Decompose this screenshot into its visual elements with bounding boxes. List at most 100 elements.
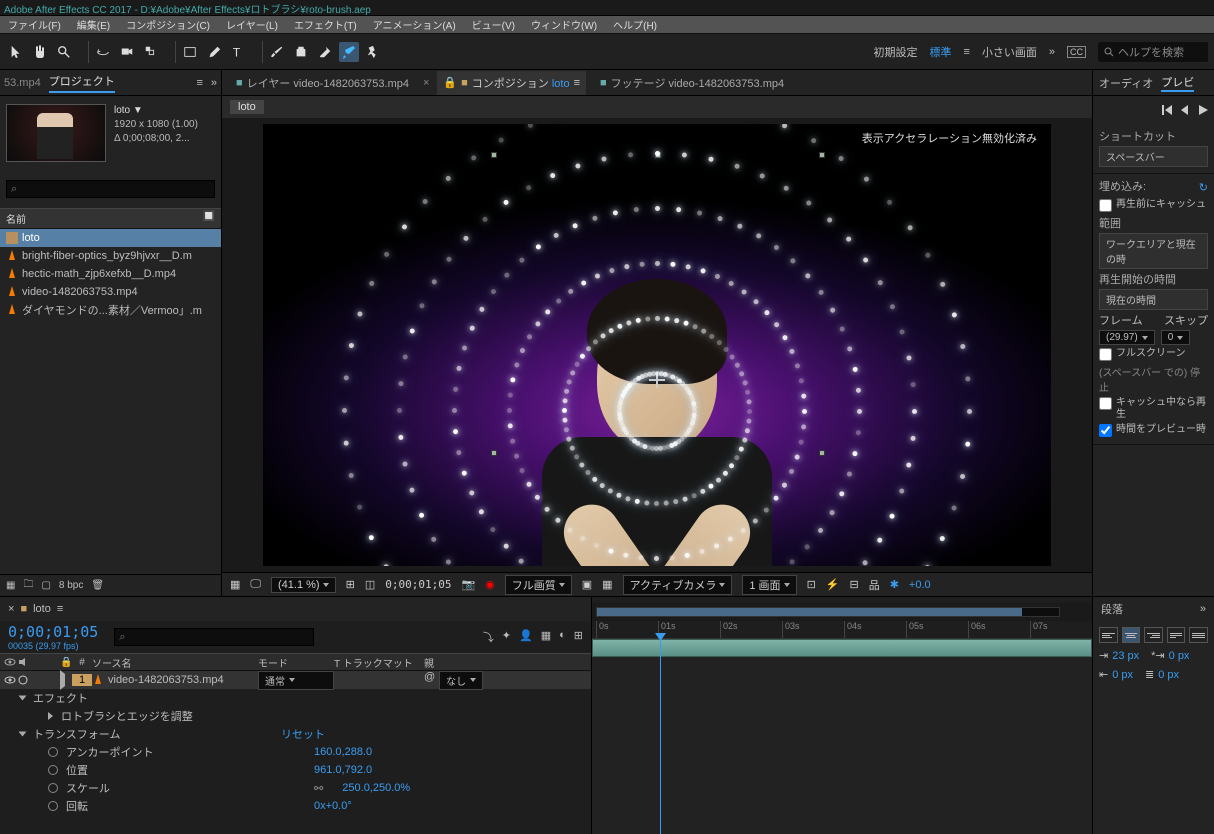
stopwatch-icon[interactable] [48,783,58,793]
menu-composition[interactable]: コンポジション(C) [118,17,218,32]
menu-layer[interactable]: レイヤー(L) [218,17,286,32]
project-item-loto[interactable]: loto [0,229,221,247]
close-icon[interactable]: × [8,603,14,615]
type-tool-icon[interactable]: T [228,42,248,62]
viewer-tab-footage[interactable]: ■フッテージ video-1482063753.mp4 [594,71,790,95]
cc-icon[interactable]: CC [1067,46,1086,58]
timeline-tracks[interactable]: 0s01s02s03s04s05s06s07s [592,597,1092,834]
draft3d-icon[interactable]: ✦ [502,629,511,645]
timeline-timecode[interactable]: 0;00;01;05 [8,623,98,641]
menu-animation[interactable]: アニメーション(A) [365,17,464,32]
layer-row[interactable]: 1 video-1482063753.mp4 通常 @なし [0,671,591,689]
px-value[interactable]: 23 px [1112,650,1139,662]
chevron-right-icon[interactable]: » [1049,46,1055,58]
timeline-search-input[interactable] [114,628,314,646]
close-tab-icon[interactable]: × [423,77,429,89]
reset-exposure-icon[interactable]: ✱ [890,578,899,591]
range-select[interactable]: ワークエリアと現在の時 [1099,233,1208,269]
roi-icon[interactable]: ▣ [582,578,592,591]
col-mode[interactable]: モード [258,655,334,670]
menu-icon[interactable]: ≡ [963,46,969,58]
project-item[interactable]: bright-fiber-optics_byz9hjvxr__D.m [0,247,221,265]
menu-edit[interactable]: 編集(E) [69,17,118,32]
indent-right[interactable]: ⇤0 px [1099,668,1133,681]
transform-group[interactable]: トランスフォームリセット [0,725,591,743]
flowchart-icon[interactable]: 品 [869,577,880,593]
indent-firstline[interactable]: *⇥0 px [1151,649,1189,662]
workspace-reset[interactable]: 初期設定 [873,44,917,60]
camera-tool-icon[interactable] [117,42,137,62]
transparency-icon[interactable]: ▦ [602,578,612,591]
menu-effect[interactable]: エフェクト(T) [286,17,365,32]
snapshot-icon[interactable]: 📷 [461,578,475,591]
prev-frame-icon[interactable] [1178,103,1192,117]
viewer-tab-layer[interactable]: ■レイヤー video-1482063753.mp4 [230,71,415,95]
graph-editor-icon[interactable]: ⊞ [574,629,583,645]
first-frame-icon[interactable] [1160,103,1174,117]
orbit-tool-icon[interactable] [93,42,113,62]
twirl-icon[interactable] [19,732,27,737]
pixel-aspect-icon[interactable]: ⊡ [807,578,816,591]
zoom-slider[interactable] [597,608,1022,616]
clone-tool-icon[interactable] [291,42,311,62]
resolution-select[interactable]: フル画質 [505,575,572,595]
selection-handle[interactable] [819,152,825,158]
workspace-standard[interactable]: 標準 [929,44,951,60]
indent-left[interactable]: ⇥23 px [1099,649,1139,662]
prop-value[interactable]: 250.0,250.0% [342,782,410,794]
mask-icon[interactable]: ◫ [365,578,375,591]
project-item[interactable]: hectic-math_zjp6xefxb__D.mp4 [0,265,221,283]
col-parent[interactable]: 親 [424,655,504,670]
panel-menu-icon[interactable]: ≡ [196,77,202,89]
rectangle-tool-icon[interactable] [180,42,200,62]
project-search-input[interactable] [6,180,215,198]
effects-group[interactable]: エフェクト [0,689,591,707]
col-trkmat[interactable]: T トラックマット [334,655,424,670]
skip-select[interactable]: 0 [1161,330,1191,345]
pan-behind-tool-icon[interactable] [141,42,161,62]
align-right-icon[interactable] [1144,627,1163,643]
align-center-icon[interactable] [1122,627,1141,643]
menu-icon[interactable]: ≡ [574,77,580,89]
zoom-select[interactable]: (41.1 %) [271,577,336,593]
tab-paragraph[interactable]: 段落 [1101,601,1123,617]
safe-zones-icon[interactable]: ⊞ [346,578,355,591]
help-search[interactable]: ヘルプを検索 [1098,42,1208,62]
playhead[interactable] [660,639,661,834]
preview-time-checkbox[interactable]: 時間をプレビュー時 [1099,424,1208,437]
pen-tool-icon[interactable] [204,42,224,62]
folder-icon[interactable]: 🗀 [23,577,33,594]
timeline-tab-name[interactable]: loto [33,603,51,615]
new-comp-icon[interactable]: ▢ [41,580,50,591]
puppet-tool-icon[interactable] [363,42,383,62]
rotation-prop[interactable]: 回転0x+0.0° [0,797,591,815]
fast-preview-icon[interactable]: ⚡ [826,578,840,591]
time-ruler[interactable]: 0s01s02s03s04s05s06s07s [592,621,1092,639]
camera-select[interactable]: アクティブカメラ [623,575,733,595]
comp-name[interactable]: loto ▼ [114,104,198,118]
tab-preview[interactable]: プレビ [1161,74,1194,92]
prop-value[interactable]: 0x+0.0° [314,800,352,812]
play-icon[interactable] [1196,103,1210,117]
play-cached-checkbox[interactable]: キャッシュ中なら再生 [1099,397,1208,421]
menu-help[interactable]: ヘルプ(H) [605,17,665,32]
views-select[interactable]: 1 画面 [742,575,796,595]
comp-breadcrumb[interactable]: loto [230,100,264,114]
selection-handle[interactable] [819,450,825,456]
chevron-right-icon[interactable]: » [1200,603,1206,615]
workspace-small[interactable]: 小さい画面 [982,44,1037,60]
selection-tool-icon[interactable] [6,42,26,62]
chevron-right-icon[interactable]: » [211,77,217,89]
interpret-icon[interactable]: ▦ [6,580,15,591]
exposure-value[interactable]: +0.0 [909,579,931,591]
fps-select[interactable]: (29.97) [1099,330,1155,345]
tab-audio[interactable]: オーディオ [1099,75,1153,91]
position-prop[interactable]: 位置961.0,792.0 [0,761,591,779]
timeline-icon[interactable]: ⊟ [849,578,858,591]
motion-blur-icon[interactable]: ◐ [559,629,566,645]
zoom-tool-icon[interactable] [54,42,74,62]
prop-value[interactable]: 160.0,288.0 [314,746,372,758]
project-item[interactable]: video-1482063753.mp4 [0,283,221,301]
current-time[interactable]: 0;00;01;05 [385,578,451,591]
justify-last-left-icon[interactable] [1167,627,1186,643]
